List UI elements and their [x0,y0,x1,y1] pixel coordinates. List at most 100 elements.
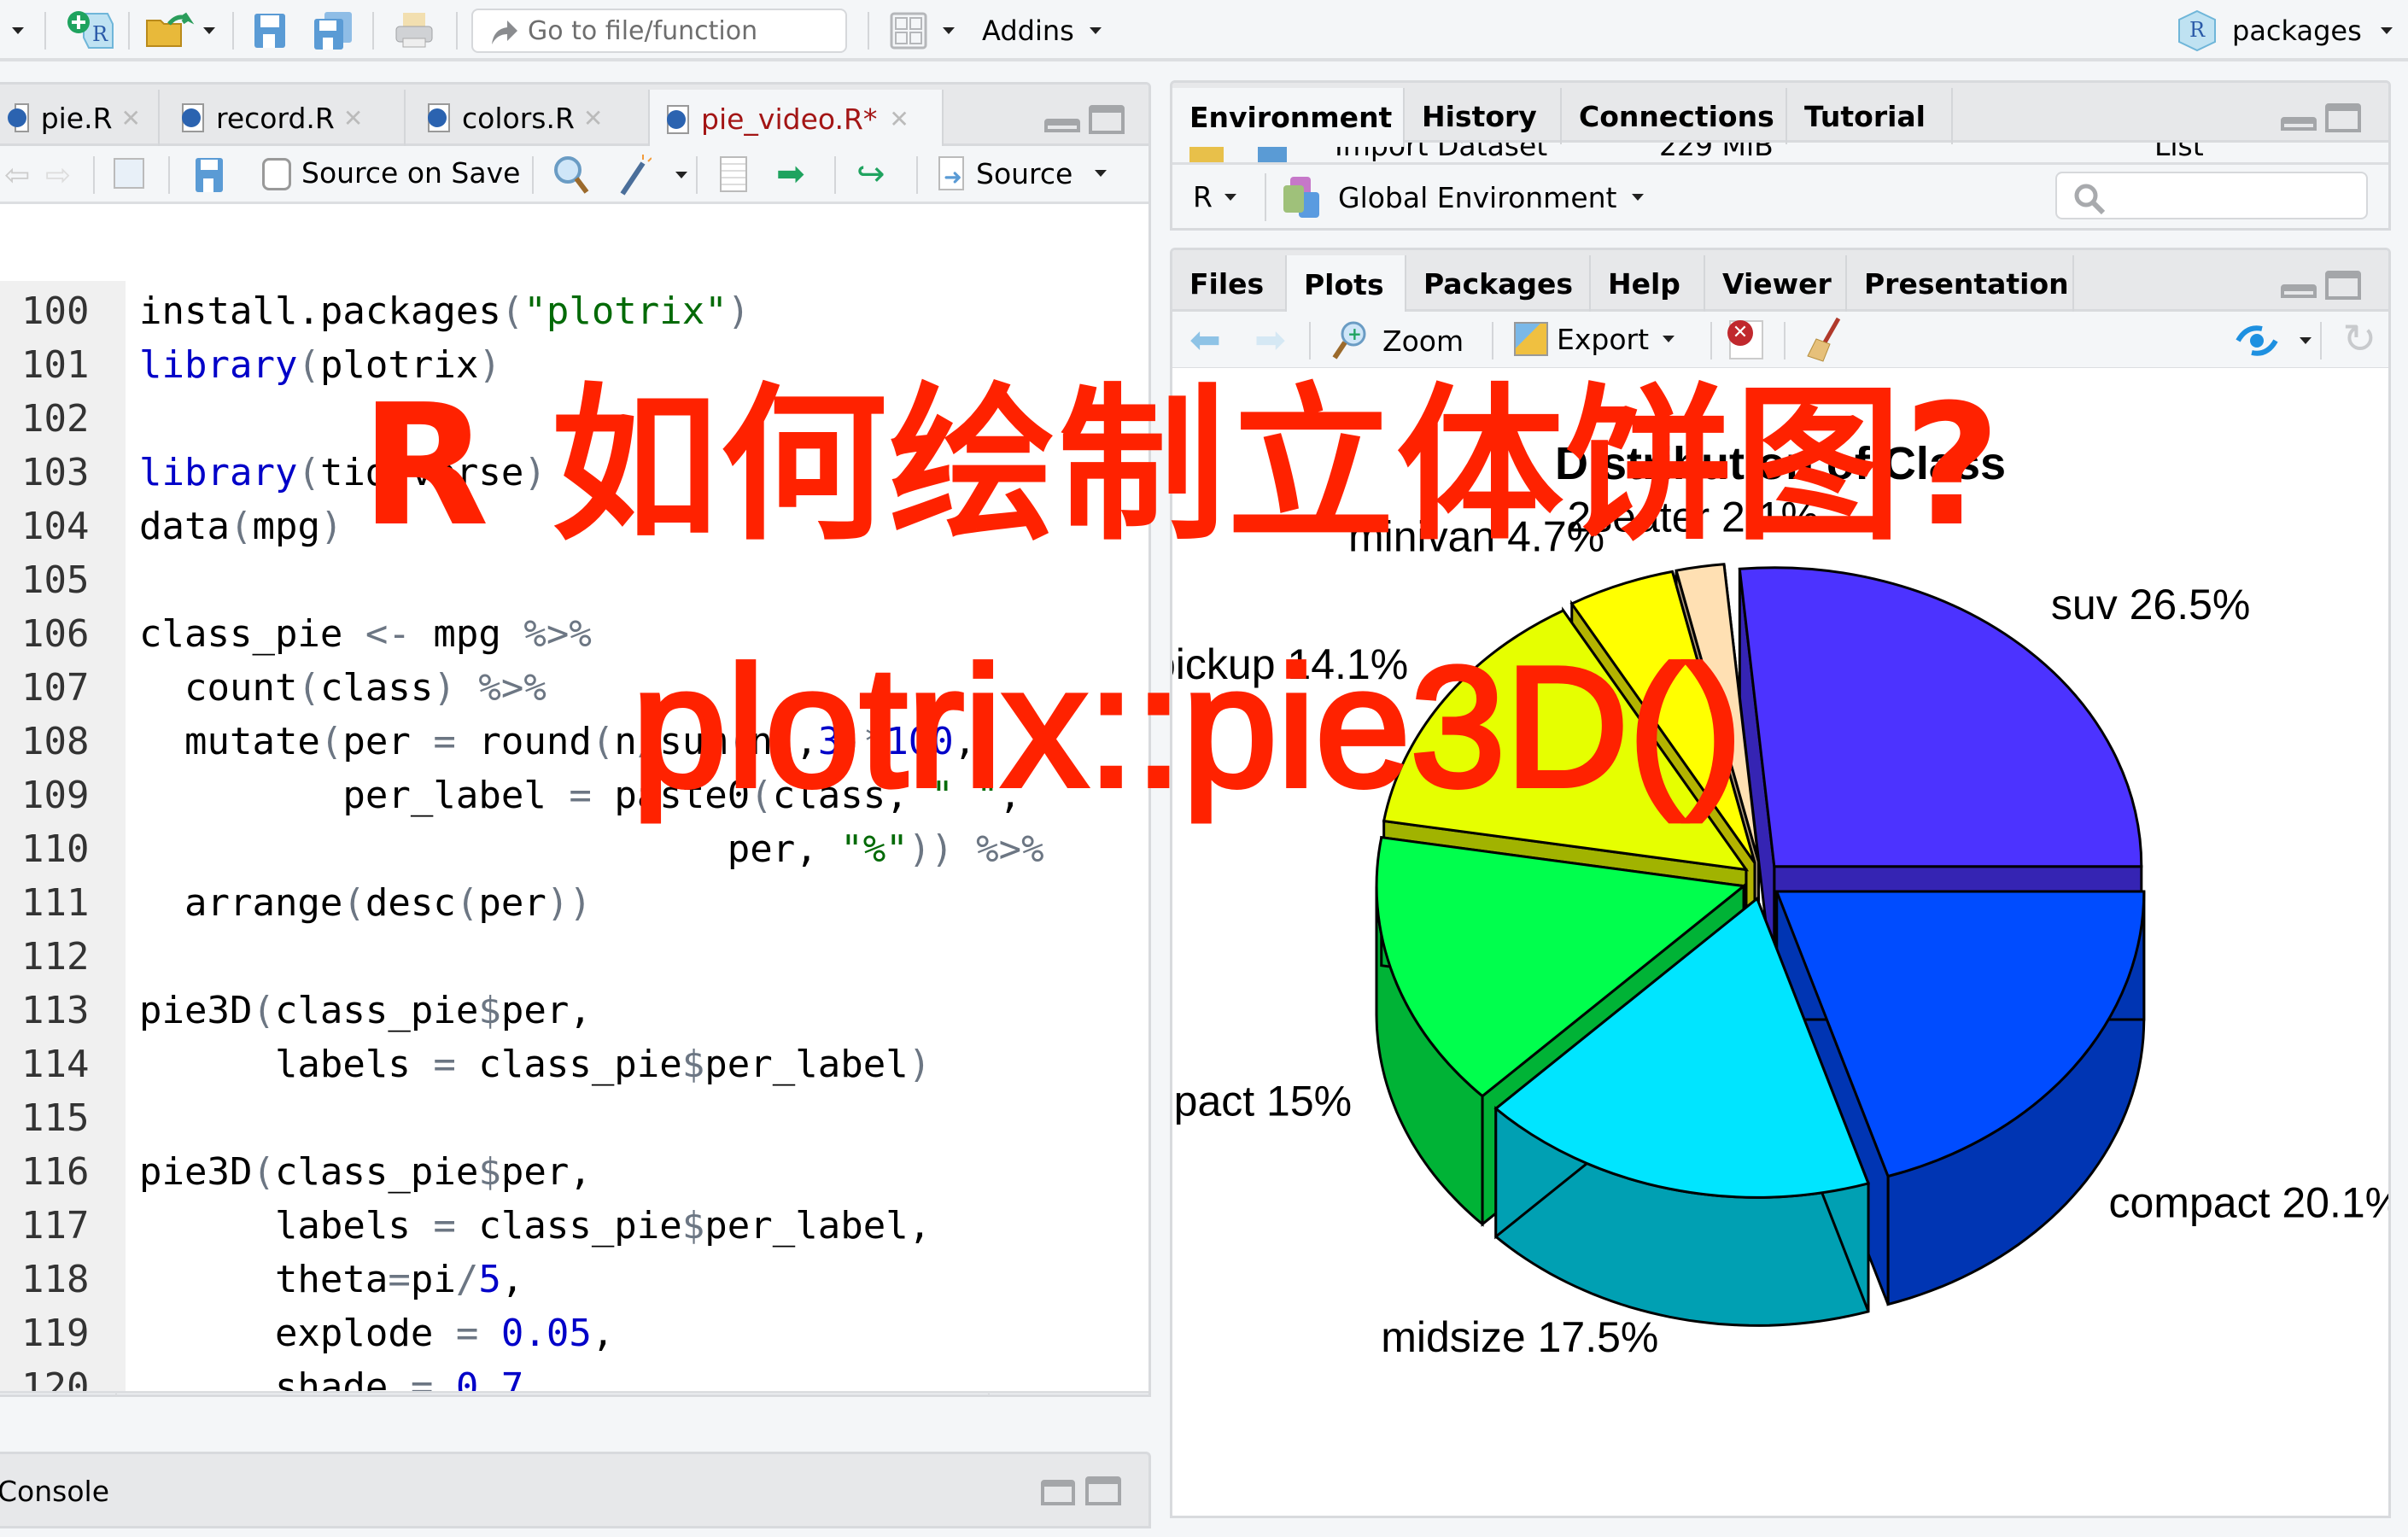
svg-text:R: R [92,22,108,46]
back-arrow-icon[interactable]: ⇦ [4,158,30,193]
close-tab-icon[interactable]: ✕ [889,105,909,133]
code-line[interactable]: 114 labels = class_pie$per_label) [0,1037,1142,1091]
save-all-button[interactable] [313,10,355,51]
code-line[interactable]: 111 arrange(desc(per)) [0,876,1142,930]
code-text: count(class) %>% [139,666,546,710]
environment-search-input[interactable] [2055,172,2368,219]
remove-plot-button[interactable]: ✕ [1727,320,1763,359]
source-on-save-checkbox[interactable] [262,158,291,190]
tab-environment[interactable]: Environment [1172,88,1405,147]
run-lines-icon[interactable]: ➡ [776,155,805,194]
new-file-dropdown[interactable] [3,10,24,51]
addins-menu[interactable]: Addins [982,10,1102,51]
tab-packages[interactable]: Packages [1406,255,1591,312]
print-button[interactable] [395,10,434,51]
publish-dropdown[interactable] [2300,337,2312,344]
addins-label: Addins [982,15,1074,47]
console-tab[interactable]: Console [0,1475,109,1508]
tab-record-r[interactable]: record.R ✕ [165,90,406,146]
pie-label-midsize: midsize 17.5% [1381,1313,1658,1361]
project-menu[interactable]: R packages [2177,9,2393,52]
tab-history[interactable]: History [1405,88,1562,144]
code-text: class_pie <- mpg %>% [139,612,592,656]
env-tabstrip: Environment History Connections Tutorial [1172,83,2388,147]
line-number: 106 [21,612,90,656]
minimize-icon[interactable] [2281,284,2317,298]
remove-icon: ✕ [1727,320,1753,346]
tab-tutorial[interactable]: Tutorial [1787,88,1953,144]
close-tab-icon[interactable]: ✕ [121,104,141,132]
environment-selector[interactable]: Global Environment [1283,177,1645,218]
rerun-icon[interactable]: ↪ [856,155,885,194]
code-text: data(mpg) [139,505,343,548]
source-dropdown[interactable] [1095,170,1108,177]
tab-viewer[interactable]: Viewer [1705,255,1847,312]
forward-arrow-icon[interactable]: ⇨ [45,158,71,193]
code-line[interactable]: 113 pie3D(class_pie$per, [0,984,1142,1037]
export-menu[interactable]: Export [1514,322,1675,356]
save-icon[interactable] [194,156,225,194]
zoom-button[interactable]: + Zoom [1331,320,1464,361]
source-on-save-label: Source on Save [301,156,521,190]
maximize-icon[interactable] [1089,105,1125,134]
line-number: 117 [21,1204,90,1248]
svg-text:R: R [2189,18,2206,42]
editor-tabstrip: pie.R ✕ record.R ✕ colors.R ✕ pie_video.… [0,85,1148,149]
code-line[interactable]: 119 explode = 0.05, [0,1306,1142,1360]
save-all-icon [314,12,352,50]
tab-help[interactable]: Help [1591,255,1705,312]
pie-label-suv: suv 26.5% [2051,581,2250,628]
open-file-button[interactable] [143,10,215,51]
publish-icon[interactable] [2235,324,2281,358]
export-image-icon [1514,322,1548,356]
close-tab-icon[interactable]: ✕ [583,104,603,132]
previous-plot-icon[interactable]: ⬅ [1189,319,1221,362]
maximize-icon[interactable] [2325,271,2361,300]
goto-arrow-icon [492,20,517,44]
tab-pie-video-r[interactable]: pie_video.R* ✕ [650,90,944,149]
magic-wand-icon[interactable] [617,151,652,197]
next-plot-icon[interactable]: ➡ [1254,319,1286,362]
refresh-icon[interactable]: ↻ [2342,315,2376,363]
line-number: 105 [21,558,90,602]
save-button[interactable] [253,10,287,51]
tab-colors-r[interactable]: colors.R ✕ [411,90,650,146]
code-line[interactable]: 118 theta=pi/5, [0,1253,1142,1306]
line-number: 114 [21,1043,90,1086]
environment-pane: Environment History Connections Tutorial… [1170,80,2391,231]
tab-files[interactable]: Files [1172,255,1287,312]
r-file-icon [667,104,689,134]
minimize-icon[interactable] [2281,117,2317,131]
line-number: 108 [21,720,90,763]
clear-all-plots-icon[interactable] [1804,317,1844,363]
tab-plots[interactable]: Plots [1287,255,1406,314]
minimize-icon[interactable] [1044,119,1080,132]
code-line[interactable]: 117 labels = class_pie$per_label, [0,1199,1142,1253]
tab-presentation[interactable]: Presentation [1847,255,2074,312]
source-button[interactable]: ➜ Source [938,156,1108,190]
code-line[interactable]: 112 [0,930,1142,984]
pane-layout-button[interactable] [890,10,955,51]
code-tools-dropdown[interactable] [675,172,687,178]
code-line[interactable]: 116 pie3D(class_pie$per, [0,1145,1142,1199]
line-number: 115 [21,1096,90,1140]
compile-report-icon[interactable] [720,156,747,192]
line-number: 118 [21,1258,90,1301]
search-icon[interactable] [552,155,590,196]
show-in-window-icon[interactable] [114,158,144,189]
code-line[interactable]: 115 [0,1091,1142,1145]
code-line[interactable]: 100 install.packages("plotrix") [0,284,1142,338]
new-project-button[interactable]: R [65,10,116,51]
close-tab-icon[interactable]: ✕ [343,104,363,132]
goto-file-function-input[interactable]: Go to file/function [471,9,847,53]
maximize-icon[interactable] [1085,1476,1121,1505]
line-number: 113 [21,989,90,1032]
tab-pie-r[interactable]: pie.R ✕ [0,90,160,146]
code-line[interactable]: 110 per, "%")) %>% [0,822,1142,876]
restore-icon[interactable] [1041,1480,1075,1505]
editor-statusbar: 126:1 (Top Level) ⇕ R Script ⇕ [0,1391,1148,1394]
search-icon [2074,184,2106,215]
language-selector[interactable]: R [1193,180,1236,213]
tab-connections[interactable]: Connections [1562,88,1787,144]
maximize-icon[interactable] [2325,103,2361,132]
